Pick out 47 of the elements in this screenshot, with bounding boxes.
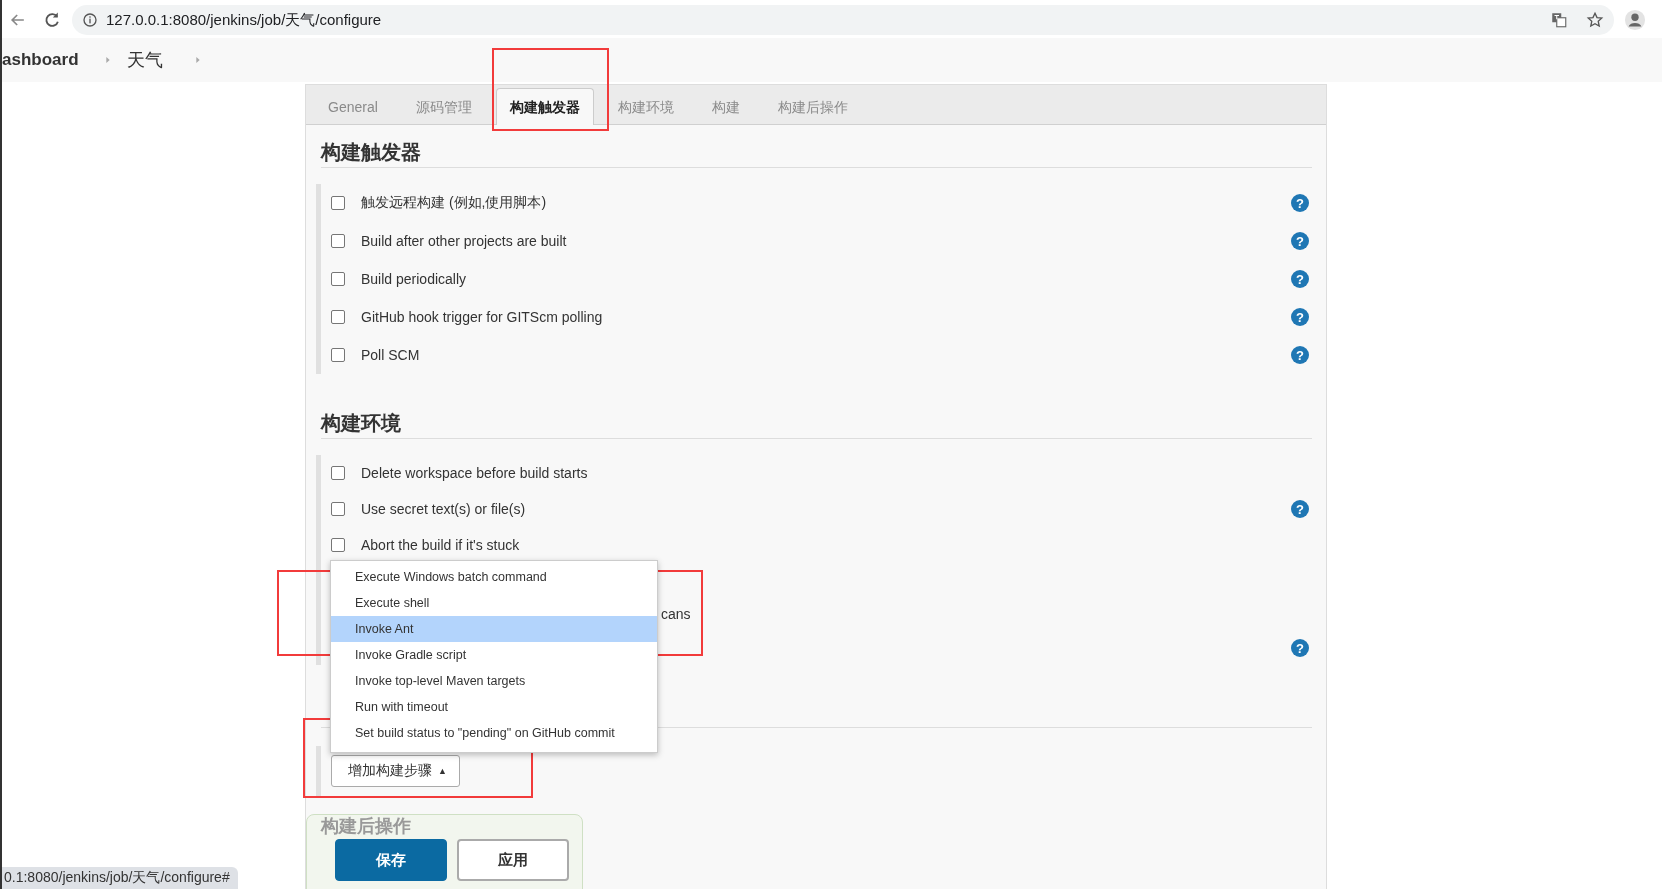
checkbox[interactable] — [331, 310, 345, 324]
profile-icon[interactable] — [1624, 9, 1646, 31]
help-icon[interactable]: ? — [1291, 194, 1309, 212]
translate-icon[interactable] — [1550, 11, 1568, 29]
address-bar[interactable]: 127.0.0.1:8080/jenkins/job/天气/configure — [72, 5, 1614, 35]
help-icon[interactable]: ? — [1291, 232, 1309, 250]
help-icon[interactable]: ? — [1291, 500, 1309, 518]
option-label: 触发远程构建 (例如,使用脚本) — [361, 194, 547, 212]
checkbox[interactable] — [331, 466, 345, 480]
option-label: Use secret text(s) or file(s) — [361, 501, 526, 517]
menu-item[interactable]: Execute Windows batch command — [331, 564, 657, 590]
help-icon[interactable]: ? — [1291, 639, 1309, 657]
checkbox[interactable] — [331, 272, 345, 286]
option-label: Poll SCM — [361, 347, 420, 363]
help-icon[interactable]: ? — [1291, 346, 1309, 364]
menu-item[interactable]: Run with timeout — [331, 694, 657, 720]
option-label: Abort the build if it's stuck — [361, 537, 520, 553]
checkbox[interactable] — [331, 196, 345, 210]
option-label: GitHub hook trigger for GITScm polling — [361, 309, 603, 325]
menu-item[interactable]: Invoke Gradle script — [331, 642, 657, 668]
help-icon[interactable]: ? — [1291, 308, 1309, 326]
section-heading: 构建环境 — [321, 408, 1312, 439]
menu-item[interactable]: Invoke top-level Maven targets — [331, 668, 657, 694]
apply-button[interactable]: 应用 — [457, 839, 569, 881]
help-icon[interactable]: ? — [1291, 270, 1309, 288]
checkbox[interactable] — [331, 502, 345, 516]
url-text: 127.0.0.1:8080/jenkins/job/天气/configure — [106, 10, 383, 30]
section-heading: 构建触发器 — [321, 137, 1312, 168]
menu-item[interactable]: Execute shell — [331, 590, 657, 616]
menu-item[interactable]: Set build status to "pending" on GitHub commit — [331, 720, 657, 746]
option-label: Delete workspace before build starts — [361, 465, 588, 481]
section-heading: 构建后操作 — [321, 816, 412, 837]
save-button[interactable]: 保存 — [335, 839, 447, 881]
checkbox[interactable] — [331, 234, 345, 248]
option-label: Build after other projects are built — [361, 233, 567, 249]
checkbox[interactable] — [331, 348, 345, 362]
checkbox[interactable] — [331, 538, 345, 552]
tab[interactable]: 构建触发器 — [495, 88, 594, 125]
add-build-step-button[interactable]: 增加构建步骤 ▲ — [331, 755, 460, 787]
breadcrumb-link[interactable]: ashboard — [2, 50, 79, 70]
star-icon[interactable] — [1586, 11, 1604, 29]
menu-item[interactable]: Invoke Ant — [331, 616, 657, 642]
option-label: Build periodically — [361, 271, 467, 287]
status-url: 0.1:8080/jenkins/job/天气/configure# — [2, 867, 238, 889]
info-icon[interactable] — [82, 12, 98, 28]
option-label: cans — [661, 606, 691, 622]
breadcrumb-link[interactable]: 天气 — [126, 48, 163, 72]
